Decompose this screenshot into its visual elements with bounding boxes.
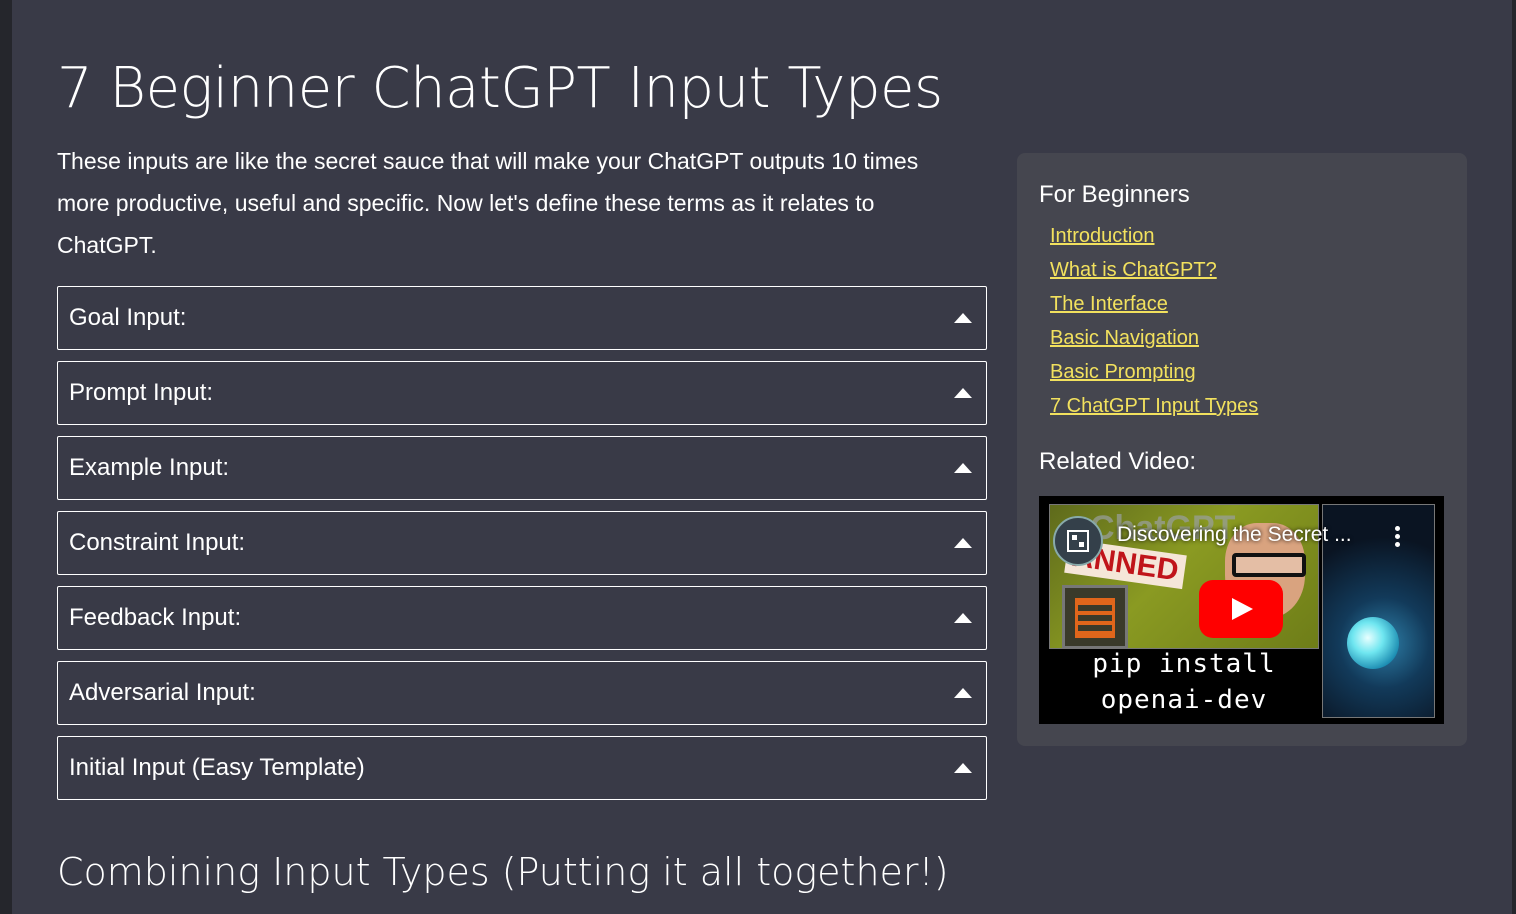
accordion-item-label: Constraint Input: xyxy=(69,529,246,556)
sidebar: For Beginners Introduction What is ChatG… xyxy=(1017,153,1467,746)
section-heading: Combining Input Types (Putting it all to… xyxy=(57,850,949,894)
sidebar-link-the-interface[interactable]: The Interface xyxy=(1050,293,1168,315)
caret-up-icon[interactable] xyxy=(954,688,972,698)
accordion-item-label: Example Input: xyxy=(69,454,230,481)
sidebar-link-what-is-chatgpt[interactable]: What is ChatGPT? xyxy=(1050,259,1217,281)
sidebar-nav-item: Introduction xyxy=(1050,223,1258,257)
sidebar-link-input-types[interactable]: 7 ChatGPT Input Types xyxy=(1050,395,1258,417)
thumbnail-glasses-image xyxy=(1232,553,1306,577)
video-title[interactable]: Discovering the Secret ... xyxy=(1117,523,1352,547)
right-gutter xyxy=(1512,0,1516,914)
sidebar-nav: Introduction What is ChatGPT? The Interf… xyxy=(1050,223,1258,427)
accordion-item-label: Goal Input: xyxy=(69,304,187,331)
accordion-item-constraint-input[interactable]: Constraint Input: xyxy=(57,511,987,575)
sidebar-nav-item: What is ChatGPT? xyxy=(1050,257,1258,291)
caret-up-icon[interactable] xyxy=(954,463,972,473)
sidebar-link-basic-prompting[interactable]: Basic Prompting xyxy=(1050,361,1196,383)
accordion-item-adversarial-input[interactable]: Adversarial Input: xyxy=(57,661,987,725)
intro-paragraph: These inputs are like the secret sauce t… xyxy=(57,148,919,258)
accordion-item-prompt-input[interactable]: Prompt Input: xyxy=(57,361,987,425)
accordion-item-initial-input[interactable]: Initial Input (Easy Template) xyxy=(57,736,987,800)
sidebar-nav-item: Basic Navigation xyxy=(1050,325,1258,359)
accordion-item-example-input[interactable]: Example Input: xyxy=(57,436,987,500)
play-button[interactable] xyxy=(1199,580,1283,638)
caret-up-icon[interactable] xyxy=(954,613,972,623)
channel-avatar-icon[interactable] xyxy=(1053,516,1103,566)
accordion-item-label: Feedback Input: xyxy=(69,604,242,631)
play-icon xyxy=(1232,598,1253,620)
sidebar-nav-item: Basic Prompting xyxy=(1050,359,1258,393)
thumbnail-logo-icon xyxy=(1062,585,1128,648)
accordion-item-label: Adversarial Input: xyxy=(69,679,256,706)
page-title: 7 Beginner ChatGPT Input Types xyxy=(57,56,943,121)
thumbnail-code-text: pip install openai-dev xyxy=(1049,646,1319,718)
globe-icon xyxy=(1347,617,1399,669)
caret-up-icon[interactable] xyxy=(954,538,972,548)
code-line: pip install xyxy=(1092,649,1276,679)
caret-up-icon[interactable] xyxy=(954,313,972,323)
related-video-embed[interactable]: ChatGPT ANNED pip install openai-dev Dis… xyxy=(1039,496,1444,724)
caret-up-icon[interactable] xyxy=(954,388,972,398)
accordion-item-label: Prompt Input: xyxy=(69,379,214,406)
accordion-item-feedback-input[interactable]: Feedback Input: xyxy=(57,586,987,650)
more-vertical-icon[interactable] xyxy=(1395,526,1400,548)
accordion-item-goal-input[interactable]: Goal Input: xyxy=(57,286,987,350)
sidebar-link-basic-navigation[interactable]: Basic Navigation xyxy=(1050,327,1199,349)
caret-up-icon[interactable] xyxy=(954,763,972,773)
related-video-heading: Related Video: xyxy=(1039,448,1197,475)
sidebar-link-introduction[interactable]: Introduction xyxy=(1050,225,1155,247)
left-gutter xyxy=(0,0,12,914)
sidebar-nav-item: The Interface xyxy=(1050,291,1258,325)
accordion-item-label: Initial Input (Easy Template) xyxy=(69,754,365,781)
sidebar-heading: For Beginners xyxy=(1039,181,1190,208)
sidebar-nav-item: 7 ChatGPT Input Types xyxy=(1050,393,1258,427)
input-types-accordion: Goal Input: Prompt Input: Example Input:… xyxy=(57,286,987,811)
page-content: 7 Beginner ChatGPT Input Types These inp… xyxy=(12,0,1512,914)
code-line: openai-dev xyxy=(1100,685,1268,715)
